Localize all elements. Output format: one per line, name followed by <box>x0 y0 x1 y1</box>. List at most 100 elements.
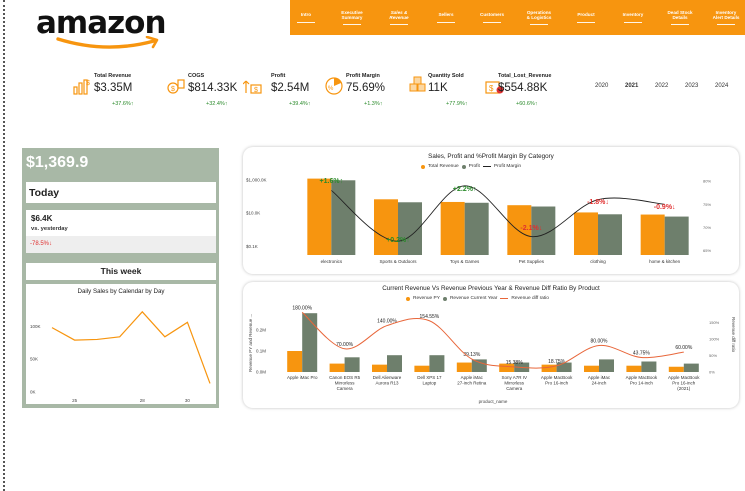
y-tick-label: 0.2M <box>256 328 266 333</box>
x-tick-label: 30 <box>185 398 191 403</box>
nav-tab-label: Inventory <box>622 12 644 18</box>
nav-tab-sellers[interactable]: Sellers <box>424 0 468 35</box>
nav-tab-sales-revenue[interactable]: Sales & Revenue <box>377 0 421 35</box>
margin-change-label: +1.6%↑ <box>320 178 344 185</box>
margin-icon: % <box>324 76 344 96</box>
nav-tab-inventory[interactable]: Inventory <box>611 0 655 35</box>
revenue-cy-bar <box>302 313 318 372</box>
nav-tab-product[interactable]: Product <box>564 0 608 35</box>
nav-tab-dead-stock-details[interactable]: Dead Stock Details <box>658 0 702 35</box>
diff-ratio-label: 140.00% <box>377 319 397 325</box>
revenue-bar <box>307 178 332 255</box>
revenue-cy-bar <box>387 355 402 372</box>
revenue-cy-bar <box>599 359 614 372</box>
current-sales-value: $1,369.9 <box>26 154 89 171</box>
year-option-2024[interactable]: 2024 <box>715 83 728 89</box>
profit-bar <box>464 202 489 255</box>
kpi-change: +39.4%↑ <box>289 101 311 107</box>
amazon-logo: amazon <box>36 6 167 56</box>
diff-ratio-label: 60.00% <box>675 345 693 351</box>
top-navigation-bar: Intro Executive Summary Sales & Revenue Sel… <box>290 0 745 35</box>
daily-sales-svg: Daily Sales by Calendar by Day 100K 50K 0K 2… <box>30 288 211 403</box>
revenue-cy-bar <box>471 359 487 372</box>
revenue-cy-bar <box>429 355 445 372</box>
product-label: Pro 16-inch <box>545 381 569 386</box>
y2-tick-label: 50% <box>709 353 717 358</box>
y-tick-label: 100K <box>30 324 41 329</box>
product-label: Mirrorless <box>504 381 524 386</box>
revenue-py-bar <box>541 364 557 372</box>
nav-tab-inventory-alert-details[interactable]: Inventory Alert Details <box>704 0 745 35</box>
x-axis-label: product_name <box>479 399 508 404</box>
kpi-label: Profit <box>271 73 286 79</box>
y2-tick-label: 70% <box>703 225 711 230</box>
logo-smile-icon <box>56 36 159 49</box>
category-label: electronics <box>321 259 343 264</box>
profit-bar <box>331 180 356 255</box>
product-label: Apple iMac Pro <box>287 375 318 380</box>
nav-tab-label: Sellers <box>438 12 454 18</box>
kpi-card-quantity-sold: Quantity Sold 11K +77.9%↑ <box>408 72 488 114</box>
y2-tick-label: 75% <box>703 202 711 207</box>
nav-tab-operations-logistics[interactable]: Operations & Logistics <box>517 0 561 35</box>
product-label: Dell Alienware <box>373 375 402 380</box>
year-option-2021[interactable]: 2021 <box>625 83 638 89</box>
nav-tab-underline <box>343 24 361 26</box>
x-tick-label: 28 <box>140 398 146 403</box>
nav-tab-executive-summary[interactable]: Executive Summary <box>330 0 374 35</box>
kpi-card-profit-margin: % Profit Margin 75.69% +1.3%↑ <box>324 72 404 114</box>
year-option-2020[interactable]: 2020 <box>595 83 608 89</box>
y-tick-label: 50K <box>30 357 38 362</box>
revenue-py-bar <box>414 365 430 372</box>
nav-tab-underline <box>483 21 501 23</box>
category-chart-card: Sales, Profit and %Profit Margin By Cate… <box>243 147 739 274</box>
y2-axis-label: Revenue diff ratio <box>731 317 736 353</box>
product-label: Apple MacBook <box>626 375 658 380</box>
nav-tab-customers[interactable]: Customers <box>470 0 514 35</box>
kpi-value: $554.88K <box>498 82 548 94</box>
x-tick-label: 25 <box>72 398 78 403</box>
product-label: Sony A7R IV <box>501 375 527 380</box>
daily-chart-title: Daily Sales by Calendar by Day <box>77 288 165 295</box>
product-label: Mirrorless <box>335 381 355 386</box>
svg-text:$: $ <box>171 86 175 93</box>
product-label: Camera <box>506 386 523 391</box>
y-axis-label: Revenue PY and Revenue ... <box>248 314 253 372</box>
product-chart-svg: 0.2M 0.1M 0.0M 150% 100% 50% 0% Revenue PY and … <box>248 305 736 404</box>
kpi-change: +77.9%↑ <box>446 101 468 107</box>
kpi-value: $2.54M <box>271 82 310 94</box>
kpi-change: +60.6%↑ <box>516 101 538 107</box>
margin-change-label: -0.9%↓ <box>654 204 676 211</box>
product-label: Dell XPS 17 <box>417 375 442 380</box>
product-label: Laptop <box>423 381 437 386</box>
margin-change-label: -2.1%↓ <box>520 225 542 232</box>
profit-bar <box>598 214 622 255</box>
category-label: Pet Supplies <box>519 259 545 264</box>
y-tick-label: $1,000.0K <box>246 177 267 182</box>
kpi-label: Quantity Sold <box>428 73 464 79</box>
diff-ratio-label: 180.00% <box>292 305 312 311</box>
year-option-2022[interactable]: 2022 <box>655 83 668 89</box>
nav-tab-label: Customers <box>480 12 504 18</box>
boxes-icon <box>408 76 428 96</box>
revenue-py-bar <box>329 363 345 372</box>
today-label: Today <box>29 187 60 199</box>
y2-tick-label: 80% <box>703 179 711 184</box>
nav-tab-label: Dead Stock Details <box>667 9 693 20</box>
nav-tab-label: Operations & Logistics <box>526 9 552 20</box>
nav-tab-intro[interactable]: Intro <box>284 0 328 35</box>
product-label: Apple iMac <box>461 375 484 380</box>
revenue-bar <box>640 214 665 255</box>
kpi-label: Total_Lost_Revenue <box>498 73 552 79</box>
daily-sales-chart: Daily Sales by Calendar by Day 100K 50K 0K 2… <box>26 284 216 404</box>
year-option-2023[interactable]: 2023 <box>685 83 698 89</box>
nav-tab-underline <box>577 21 595 23</box>
nav-tab-underline <box>437 21 455 23</box>
diff-ratio-label: 43.75% <box>633 350 651 356</box>
daily-sales-line <box>51 310 211 384</box>
product-label: Apple MacBook <box>541 375 573 380</box>
product-label: 27-inch Retina <box>457 381 487 386</box>
category-label: home & kitchen <box>649 259 681 264</box>
kpi-label: Total Revenue <box>94 73 132 79</box>
product-label: (2021) <box>677 386 691 391</box>
